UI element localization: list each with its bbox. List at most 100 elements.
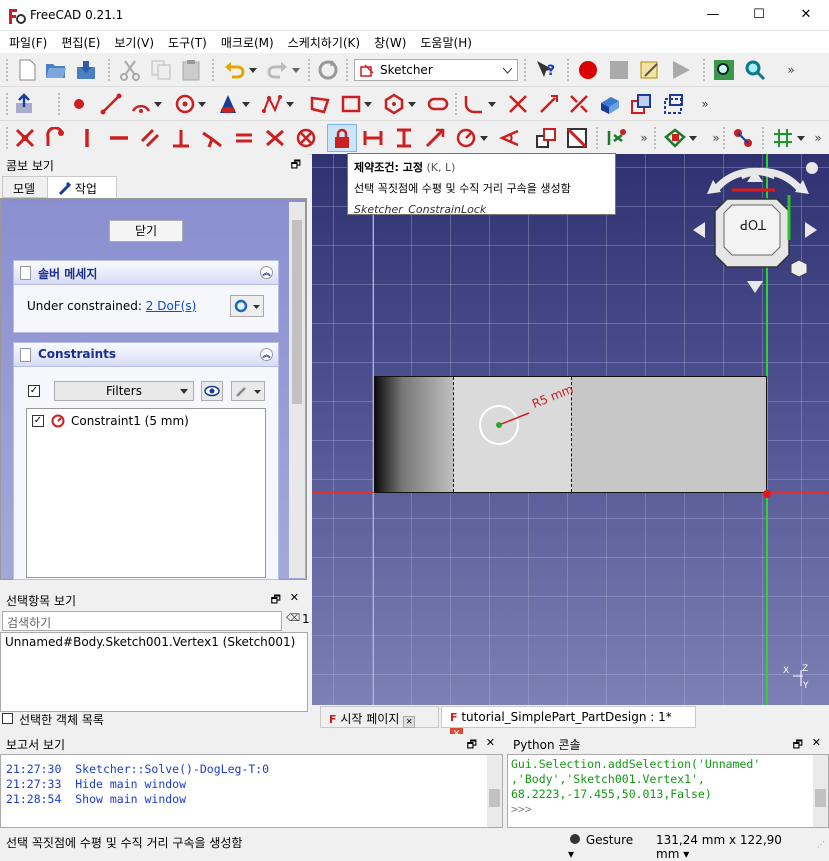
toolbar-grip[interactable] [524,59,527,81]
horizontal-distance-icon[interactable] [360,125,386,151]
std-view-icon[interactable] [711,57,737,83]
solver-messages-header[interactable]: 솔버 메세지 ︽ [14,261,278,285]
extend-icon[interactable] [536,91,562,117]
whats-this-icon[interactable]: ? [533,57,559,83]
select-associated-icon[interactable] [662,125,688,151]
clear-search-icon[interactable]: ⌫ [286,613,300,624]
slot-icon[interactable] [425,91,451,117]
paste-icon[interactable] [178,57,204,83]
toggle-driving-icon[interactable] [533,125,559,151]
lock-constraint-icon[interactable] [327,124,357,152]
menu-sketch[interactable]: 스케치하기(K) [281,31,367,54]
toolbar-grip[interactable] [6,127,9,149]
float-panel-icon[interactable]: 🗗 [793,736,803,755]
close-panel-icon[interactable]: ✕ [486,736,495,749]
play-macro-icon[interactable] [668,57,694,83]
menu-window[interactable]: 창(W) [367,31,413,54]
toolbar-grip[interactable] [212,59,215,81]
chevron-down-icon[interactable] [362,91,374,117]
resize-grip-icon[interactable]: ⋰ [817,840,825,849]
python-scrollbar[interactable] [813,755,828,827]
console-prompt[interactable]: >>> [511,802,825,817]
chevron-down-icon[interactable] [152,91,164,117]
report-view-log[interactable]: 21:27:30 Sketcher::Solve()-DogLeg-T:0 21… [0,754,503,828]
coincident-constraint-icon[interactable] [12,125,38,151]
close-button[interactable]: ✕ [783,0,829,31]
filters-dropdown[interactable]: Filters [54,381,194,401]
radius-constraint-icon[interactable] [453,125,479,151]
python-console-output[interactable]: Gui.Selection.addSelection('Unnamed' ,'B… [507,754,829,828]
chevron-down-icon[interactable] [478,125,490,151]
float-panel-icon[interactable]: 🗗 [467,736,477,755]
settings-button[interactable] [231,381,265,401]
polyline-icon[interactable] [307,91,333,117]
close-task-button[interactable]: 닫기 [109,220,183,242]
select-all-checkbox[interactable]: ✓ [28,385,40,397]
constraints-list[interactable]: ✓ Constraint1 (5 mm) [26,408,266,578]
list-item[interactable]: ✓ Constraint1 (5 mm) [32,413,262,431]
picked-list-checkbox[interactable] [2,713,13,724]
split-icon[interactable] [566,91,592,117]
arc-icon[interactable] [128,91,154,117]
tab-document[interactable]: F tutorial_SimplePart_PartDesign : 1* ✕ [441,706,696,741]
scrollbar-thumb[interactable] [815,789,826,807]
leave-sketch-icon[interactable] [12,91,38,117]
visibility-button[interactable] [201,381,223,401]
origin-point[interactable] [761,488,773,500]
chevron-down-icon[interactable] [284,91,296,117]
record-macro-icon[interactable] [575,57,601,83]
menu-macro[interactable]: 매크로(M) [214,31,281,54]
toolbar-overflow-icon[interactable]: » [692,91,718,117]
new-document-icon[interactable] [14,57,40,83]
selection-list[interactable]: Unnamed#Body.Sketch001.Vertex1 (Sketch00… [0,632,308,712]
construction-mode-icon[interactable] [660,91,686,117]
stop-macro-icon[interactable] [606,57,632,83]
selection-search-input[interactable]: 검색하기 [2,611,282,631]
line-icon[interactable] [98,91,124,117]
menu-tools[interactable]: 도구(T) [161,31,214,54]
dof-link[interactable]: 2 DoF(s) [146,299,197,313]
chevron-down-icon[interactable] [240,91,252,117]
edit-macro-icon[interactable] [637,57,663,83]
toggle-active-icon[interactable] [564,125,590,151]
close-tab-icon[interactable]: ✕ [403,716,416,728]
redo-icon[interactable] [264,57,290,83]
external-geometry-icon[interactable] [597,91,623,117]
toolbar-grip[interactable] [762,127,765,149]
circle-icon[interactable] [172,91,198,117]
point-icon[interactable] [66,91,92,117]
navigation-cube[interactable]: TOP [687,160,829,300]
close-panel-icon[interactable]: ✕ [812,736,821,749]
fillet-icon[interactable] [461,91,487,117]
chevron-down-icon[interactable] [406,91,418,117]
collapse-icon[interactable]: ︽ [260,266,273,279]
navigation-style-button[interactable]: Gesture ▾ [566,830,644,861]
open-document-icon[interactable] [43,57,69,83]
refresh-icon[interactable] [315,57,341,83]
scrollbar-thumb[interactable] [292,220,302,404]
toolbar-grip[interactable] [308,59,311,81]
save-icon[interactable] [73,57,99,83]
float-panel-icon[interactable]: 🗗 [271,591,281,610]
minimize-button[interactable]: — [690,0,736,31]
polygon-icon[interactable] [381,91,407,117]
menu-file[interactable]: 파일(F) [2,31,54,54]
chevron-down-icon[interactable] [247,57,259,83]
tab-tasks[interactable]: 작업 [47,176,117,198]
cut-icon[interactable] [117,57,143,83]
close-panel-icon[interactable]: ✕ [290,591,299,604]
toolbar-grip[interactable] [108,59,111,81]
bspline-tools-icon[interactable] [730,125,756,151]
toolbar-grip[interactable] [654,127,657,149]
toolbar-grip[interactable] [6,93,9,115]
undo-icon[interactable] [222,57,248,83]
constraints-header[interactable]: Constraints ︽ [14,343,278,367]
grid-icon[interactable] [770,125,796,151]
tab-model[interactable]: 모델 [2,176,48,198]
perpendicular-constraint-icon[interactable] [168,125,194,151]
task-panel-scrollbar[interactable] [289,202,305,578]
menu-help[interactable]: 도움말(H) [413,31,479,54]
chevron-down-icon[interactable] [290,57,302,83]
toolbar-grip[interactable] [567,59,570,81]
update-solver-button[interactable] [230,295,264,317]
